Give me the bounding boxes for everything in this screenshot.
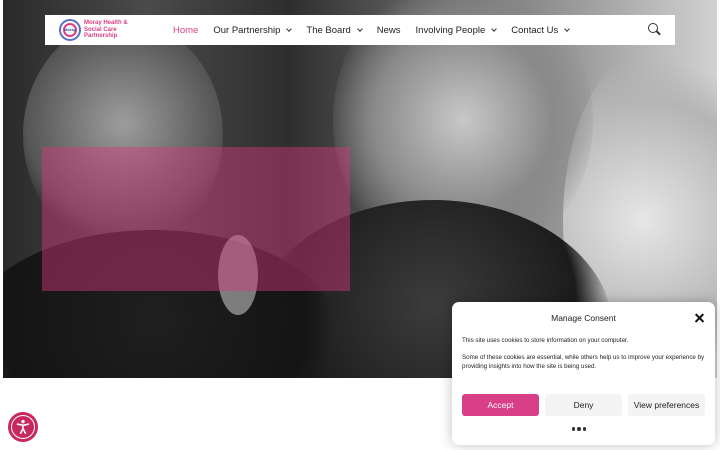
deny-button[interactable]: Deny [545, 394, 622, 416]
nav-item-contact-us[interactable]: Contact Us [511, 24, 571, 36]
nav-item-label: The Board [306, 24, 351, 36]
main-nav: Home Our Partnership The Board News Invo… [173, 15, 584, 45]
dot [582, 427, 587, 431]
logo-text: Moray Health & Social Care Partnership [84, 20, 128, 40]
close-icon[interactable] [694, 312, 705, 323]
cookie-consent-dialog: Manage Consent This site uses cookies to… [452, 302, 715, 445]
nav-item-involving-people[interactable]: Involving People [415, 24, 498, 36]
accept-button[interactable]: Accept [462, 394, 539, 416]
chevron-down-icon [356, 25, 363, 32]
chevron-down-icon [491, 25, 498, 32]
nav-item-news[interactable]: News [377, 25, 401, 36]
nav-item-label: Involving People [415, 24, 486, 36]
nav-item-the-board[interactable]: The Board [306, 24, 363, 36]
consent-title: Manage Consent [551, 313, 616, 323]
more-dots-icon[interactable] [567, 425, 591, 433]
chevron-down-icon [286, 25, 293, 32]
chevron-down-icon [564, 25, 571, 32]
logo-mark-text: Moray [64, 27, 76, 32]
nav-item-label: Contact Us [511, 24, 559, 36]
hero-overlay-box [42, 147, 350, 291]
logo-mark-icon: Moray [59, 19, 81, 41]
page: Moray Moray Health & Social Care Partner… [0, 0, 720, 450]
consent-text-storage: This site uses cookies to store informat… [462, 337, 629, 344]
nav-item-our-partnership[interactable]: Our Partnership [213, 24, 293, 36]
search-icon-handle [656, 30, 661, 36]
consent-text-essential: Some of these cookies are essential, whi… [462, 354, 705, 370]
nav-item-label: Our Partnership [213, 24, 281, 36]
accessibility-button[interactable] [8, 412, 38, 442]
site-header: Moray Moray Health & Social Care Partner… [45, 15, 675, 45]
nav-item-label: News [376, 24, 401, 36]
accessibility-icon-ring [11, 415, 35, 439]
search-icon[interactable] [648, 23, 661, 36]
view-preferences-button[interactable]: View preferences [628, 394, 705, 416]
dot [571, 427, 576, 431]
dot [577, 427, 581, 431]
site-logo[interactable]: Moray Moray Health & Social Care Partner… [59, 19, 134, 41]
nav-item-label: Home [173, 24, 199, 36]
nav-item-home[interactable]: Home [173, 25, 198, 36]
